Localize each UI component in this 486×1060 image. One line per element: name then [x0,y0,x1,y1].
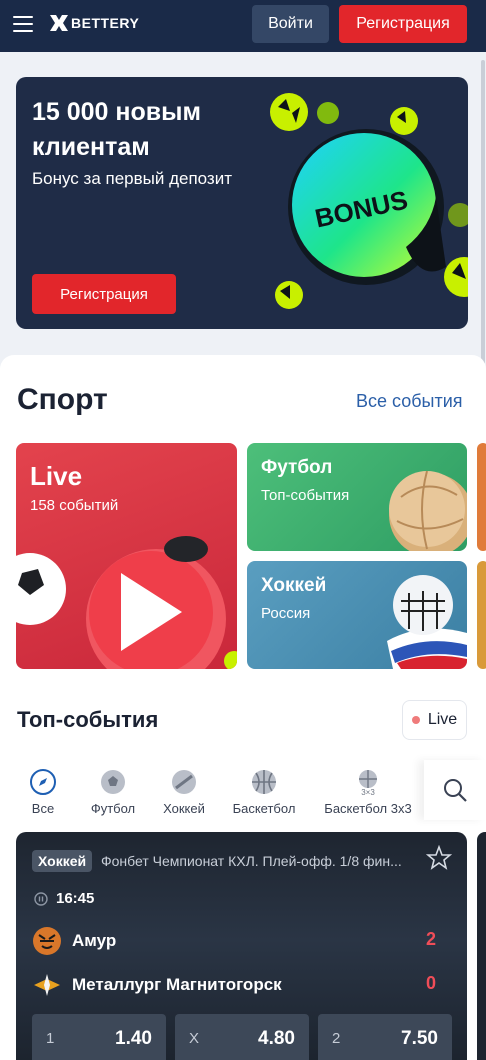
search-button[interactable] [424,760,486,820]
bettery-logo-icon [50,15,68,31]
filter-label: Футбол [90,801,136,816]
brand-logo[interactable]: BETTERY [50,15,139,31]
basketball-icon [252,770,276,794]
card-subtitle: Топ-события [261,487,350,504]
golden-ball-icon [389,470,467,551]
banner-subtitle: Бонус за первый депозит [32,169,233,188]
compass-icon [30,769,56,795]
odd-value: 4.80 [258,1028,295,1049]
filter-label: Хоккей [163,801,205,816]
sport-filter-bar: Все Футбол Хоккей Баскетбол 3×3 Баскетбо… [0,760,486,820]
team-name: Металлург Магнитогорск [72,975,282,994]
odd-button-away[interactable]: 2 7.50 [318,1014,452,1060]
card-title: Хоккей [261,575,327,596]
icon-caption: 3×3 [361,788,375,796]
sport-card-partial[interactable] [477,443,486,551]
live-filter-label: Live [427,711,458,728]
odd-button-home[interactable]: 1 1.40 [32,1014,166,1060]
live-play-illustration [16,536,237,669]
filter-label: Все [31,801,55,816]
search-icon [444,779,467,802]
odd-key: 1 [46,1030,55,1047]
menu-icon[interactable] [13,16,33,32]
brand-name: BETTERY [71,15,140,31]
banner-register-button[interactable]: Регистрация [32,274,176,314]
filter-basketball[interactable]: Баскетбол [230,760,298,820]
live-indicator-dot [411,716,420,724]
match-time: 16:45 [34,890,94,907]
pause-icon [34,891,48,906]
sport-section-title: Спорт [17,383,108,416]
favorite-star-icon[interactable] [426,845,452,871]
filter-hockey[interactable]: Хоккей [160,760,208,820]
scrollbar[interactable] [481,60,485,370]
sport-card-live[interactable]: Live 158 событий [16,443,237,669]
sport-card-football[interactable]: Футбол Топ-события [247,443,467,551]
card-title: Live [30,461,83,491]
football-icon [101,770,125,794]
bonus-sticker-illustration: BONUS [270,93,468,309]
login-button[interactable]: Войти [252,5,329,43]
odd-key: X [189,1030,200,1047]
match-time-value: 16:45 [56,890,95,907]
promo-banner[interactable]: 15 000 новым клиентам Бонус за первый де… [16,77,468,329]
team-score: 0 [426,973,437,993]
top-events-title: Топ-события [17,707,159,732]
sport-card-hockey[interactable]: Хоккей Россия [247,561,467,669]
metallurg-logo-icon [34,974,60,996]
league-name: Фонбет Чемпионат КХЛ. Плей-офф. 1/8 фин.… [101,853,402,869]
card-subtitle: 158 событий [30,497,119,514]
odd-key: 2 [332,1030,341,1047]
banner-title: 15 000 новым клиентам [32,98,201,161]
sport-badge: Хоккей [32,850,93,872]
card-title: Футбол [261,457,333,478]
sport-card-partial[interactable] [477,561,486,669]
match-card-partial[interactable] [477,832,486,1060]
register-button[interactable]: Регистрация [339,5,467,43]
team-score: 2 [426,929,437,949]
filter-label: Баскетбол [232,801,296,816]
filter-all[interactable]: Все [26,760,60,820]
odd-value: 7.50 [401,1028,438,1049]
team-name: Амур [72,931,117,950]
match-card[interactable]: Хоккей Фонбет Чемпионат КХЛ. Плей-офф. 1… [16,832,467,1060]
odd-button-draw[interactable]: X 4.80 [175,1014,309,1060]
live-filter-button[interactable]: Live [402,700,467,740]
top-header: BETTERY Войти Регистрация [0,0,486,52]
filter-basketball-3x3[interactable]: 3×3 Баскетбол 3x3 [321,760,415,820]
card-subtitle: Россия [261,605,311,622]
odd-value: 1.40 [115,1028,152,1049]
filter-label: Баскетбол 3x3 [324,801,412,816]
hockey-helmet-flag-illustration [387,575,467,669]
basketball-3x3-icon: 3×3 [359,770,377,796]
team-away: Металлург Магнитогорск [32,970,282,1000]
team-home: Амур [32,926,116,956]
amur-logo-icon [33,927,61,955]
hockey-icon [172,770,196,794]
filter-football[interactable]: Футбол [88,760,138,820]
all-events-link[interactable]: Все события [356,391,463,412]
